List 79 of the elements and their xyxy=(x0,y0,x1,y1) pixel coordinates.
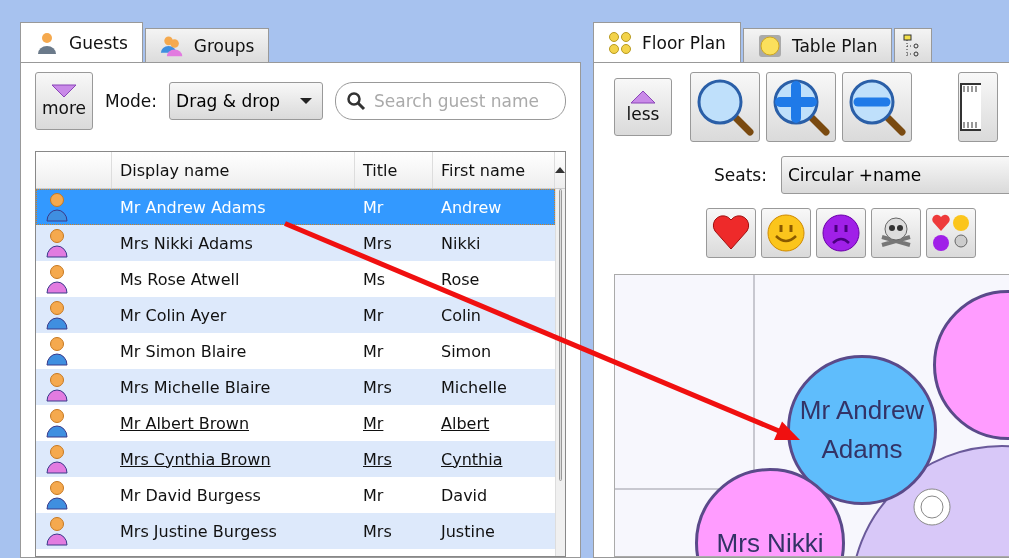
seat-circle[interactable]: Mrs Nikki xyxy=(695,468,845,556)
ruler-icon xyxy=(959,82,981,132)
table-icon xyxy=(757,33,782,58)
display-name: Mr Albert Brown xyxy=(120,413,249,433)
title-text: Mrs xyxy=(363,521,392,541)
display-name: Ms Rose Atwell xyxy=(120,269,240,289)
tab[interactable]: Guests xyxy=(20,22,143,62)
dots-icon xyxy=(608,30,632,55)
zoom-in-button[interactable] xyxy=(766,72,836,142)
caret-up-icon xyxy=(555,167,565,173)
title-text: Mr xyxy=(363,485,384,505)
seats-label: Seats: xyxy=(714,165,767,185)
smiley-button[interactable] xyxy=(761,208,811,258)
sad-face-icon xyxy=(821,213,861,253)
tab[interactable]: Groups xyxy=(144,28,270,62)
less-button[interactable]: less xyxy=(614,78,672,136)
skull-button[interactable] xyxy=(871,208,921,258)
tab[interactable] xyxy=(894,28,933,62)
mode-label: Mode: xyxy=(105,91,158,111)
search-field[interactable]: Search guest name xyxy=(335,82,566,120)
first-name: Rose xyxy=(441,269,480,289)
guest-row[interactable]: Mr Simon Blaire Mr Simon xyxy=(36,333,555,369)
tab[interactable]: Table Plan xyxy=(742,28,893,62)
guest-row[interactable]: Mr Albert Brown Mr Albert xyxy=(36,405,555,441)
display-name: Mr David Burgess xyxy=(120,485,261,505)
title-text: Mrs xyxy=(363,377,392,397)
first-name: Simon xyxy=(441,341,492,361)
first-name: Cynthia xyxy=(441,449,503,469)
title-text: Mr xyxy=(363,413,384,433)
first-name: Michelle xyxy=(441,377,507,397)
person-icon xyxy=(35,30,59,55)
guest-row[interactable]: Mrs Cynthia Brown Mrs Cynthia xyxy=(36,441,555,477)
guest-row[interactable]: Mrs Michelle Blaire Mrs Michelle xyxy=(36,369,555,405)
first-name: David xyxy=(441,485,488,505)
title-text: Ms xyxy=(363,269,386,289)
first-name: Justine xyxy=(441,521,495,541)
triangle-down-icon xyxy=(51,84,77,98)
title-text: Mr xyxy=(363,305,384,325)
title-text: Mrs xyxy=(363,449,392,469)
display-name: Mr Andrew Adams xyxy=(120,197,266,217)
mixed-emoji-icon xyxy=(931,213,971,253)
tree-icon xyxy=(903,33,920,58)
guest-row[interactable]: Mr David Burgess Mr David xyxy=(36,477,555,513)
sad-face-button[interactable] xyxy=(816,208,866,258)
tab[interactable]: Floor Plan xyxy=(593,22,741,62)
mode-dropdown[interactable]: Drag & drop xyxy=(169,82,323,120)
first-name: Albert xyxy=(441,413,490,433)
column-header[interactable]: First name xyxy=(433,152,555,188)
guest-row[interactable]: Mrs Nikki Adams Mrs Nikki xyxy=(36,225,555,261)
triangle-up-icon xyxy=(630,90,656,104)
guest-row[interactable]: Mr Colin Ayer Mr Colin xyxy=(36,297,555,333)
ruler-button[interactable] xyxy=(958,72,998,142)
title-text: Mr xyxy=(363,341,384,361)
guest-row[interactable]: Ms Rose Atwell Ms Rose xyxy=(36,261,555,297)
display-name: Mrs Cynthia Brown xyxy=(120,449,271,469)
caret-icon xyxy=(300,98,312,104)
title-text: Mrs xyxy=(363,233,392,253)
seats-dropdown[interactable]: Circular +name xyxy=(780,156,1009,194)
search-icon xyxy=(346,91,366,111)
mixed-button[interactable] xyxy=(926,208,976,258)
heart-button[interactable] xyxy=(706,208,756,258)
first-name: Colin xyxy=(441,305,481,325)
plate-icon xyxy=(912,487,952,527)
display-name: Mr Colin Ayer xyxy=(120,305,227,325)
column-header[interactable]: Display name xyxy=(112,152,355,188)
title-text: Mr xyxy=(363,197,384,217)
guest-row[interactable]: Mrs Justine Burgess Mrs Justine xyxy=(36,513,555,549)
more-button[interactable]: more xyxy=(35,72,93,130)
display-name: Mr Simon Blaire xyxy=(120,341,247,361)
first-name: Nikki xyxy=(441,233,481,253)
zoom-out-button[interactable] xyxy=(842,72,912,142)
zoom-button[interactable] xyxy=(690,72,760,142)
display-name: Mrs Michelle Blaire xyxy=(120,377,271,397)
display-name: Mrs Nikki Adams xyxy=(120,233,253,253)
column-header[interactable]: Title xyxy=(355,152,433,188)
display-name: Mrs Justine Burgess xyxy=(120,521,277,541)
smiley-icon xyxy=(766,213,806,253)
first-name: Andrew xyxy=(441,197,502,217)
seat-circle[interactable]: Mr Andrew Adams xyxy=(787,355,937,505)
